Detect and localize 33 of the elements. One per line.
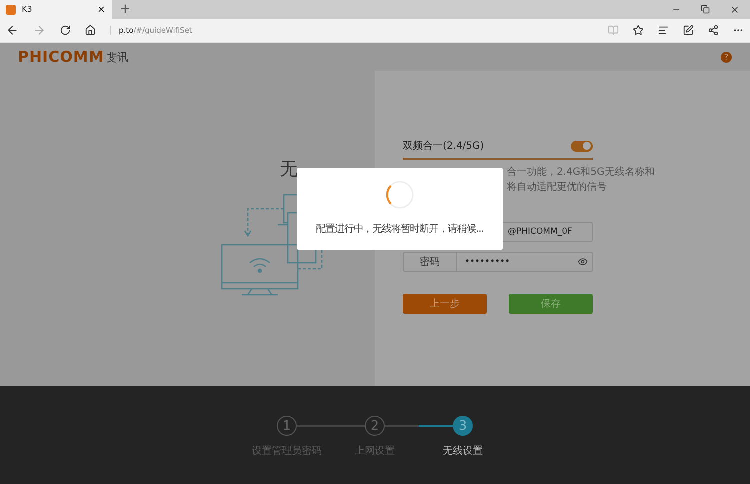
step-label: 设置管理员密码 <box>252 444 322 458</box>
pen-icon[interactable] <box>683 25 694 36</box>
logo-text: 斐讯 <box>106 50 128 64</box>
band-toggle[interactable] <box>571 140 593 152</box>
password-field[interactable]: 密码 ••••••••• <box>403 252 593 272</box>
restore-icon[interactable] <box>701 5 710 14</box>
step-number[interactable]: 3 <box>453 416 473 436</box>
home-icon[interactable] <box>85 25 96 36</box>
page-title: 无 <box>280 158 298 181</box>
step-number[interactable]: 1 <box>277 416 297 436</box>
refresh-icon[interactable] <box>60 25 71 36</box>
logo: PHICOMM <box>18 48 104 66</box>
eye-icon[interactable] <box>578 257 588 267</box>
help-icon[interactable]: ? <box>721 52 732 62</box>
step-number[interactable]: 2 <box>365 416 385 436</box>
back-button[interactable]: 上一步 <box>403 294 487 314</box>
browser-tab[interactable]: K3 <box>0 0 112 19</box>
dialog-message: 配置进行中，无线将暂时断开，请稍候... <box>316 222 484 236</box>
back-icon[interactable] <box>6 24 19 37</box>
star-icon[interactable] <box>633 25 644 36</box>
site-icon <box>6 4 16 14</box>
description-text: 合一功能，2.4G和5G无线名称和 <box>507 166 656 179</box>
step-label: 上网设置 <box>355 444 395 458</box>
description-text: 将自动适配更优的信号 <box>507 180 608 194</box>
close-icon[interactable] <box>730 4 740 14</box>
close-icon[interactable] <box>97 5 106 14</box>
toggle-label: 双频合一(2.4/5G) <box>403 140 484 153</box>
lines-icon[interactable] <box>658 25 669 36</box>
share-icon[interactable] <box>708 25 719 36</box>
spinner-icon <box>385 180 415 210</box>
new-tab-button[interactable]: + <box>112 0 139 19</box>
save-button[interactable]: 保存 <box>509 294 593 314</box>
step-label: 无线设置 <box>443 444 483 458</box>
